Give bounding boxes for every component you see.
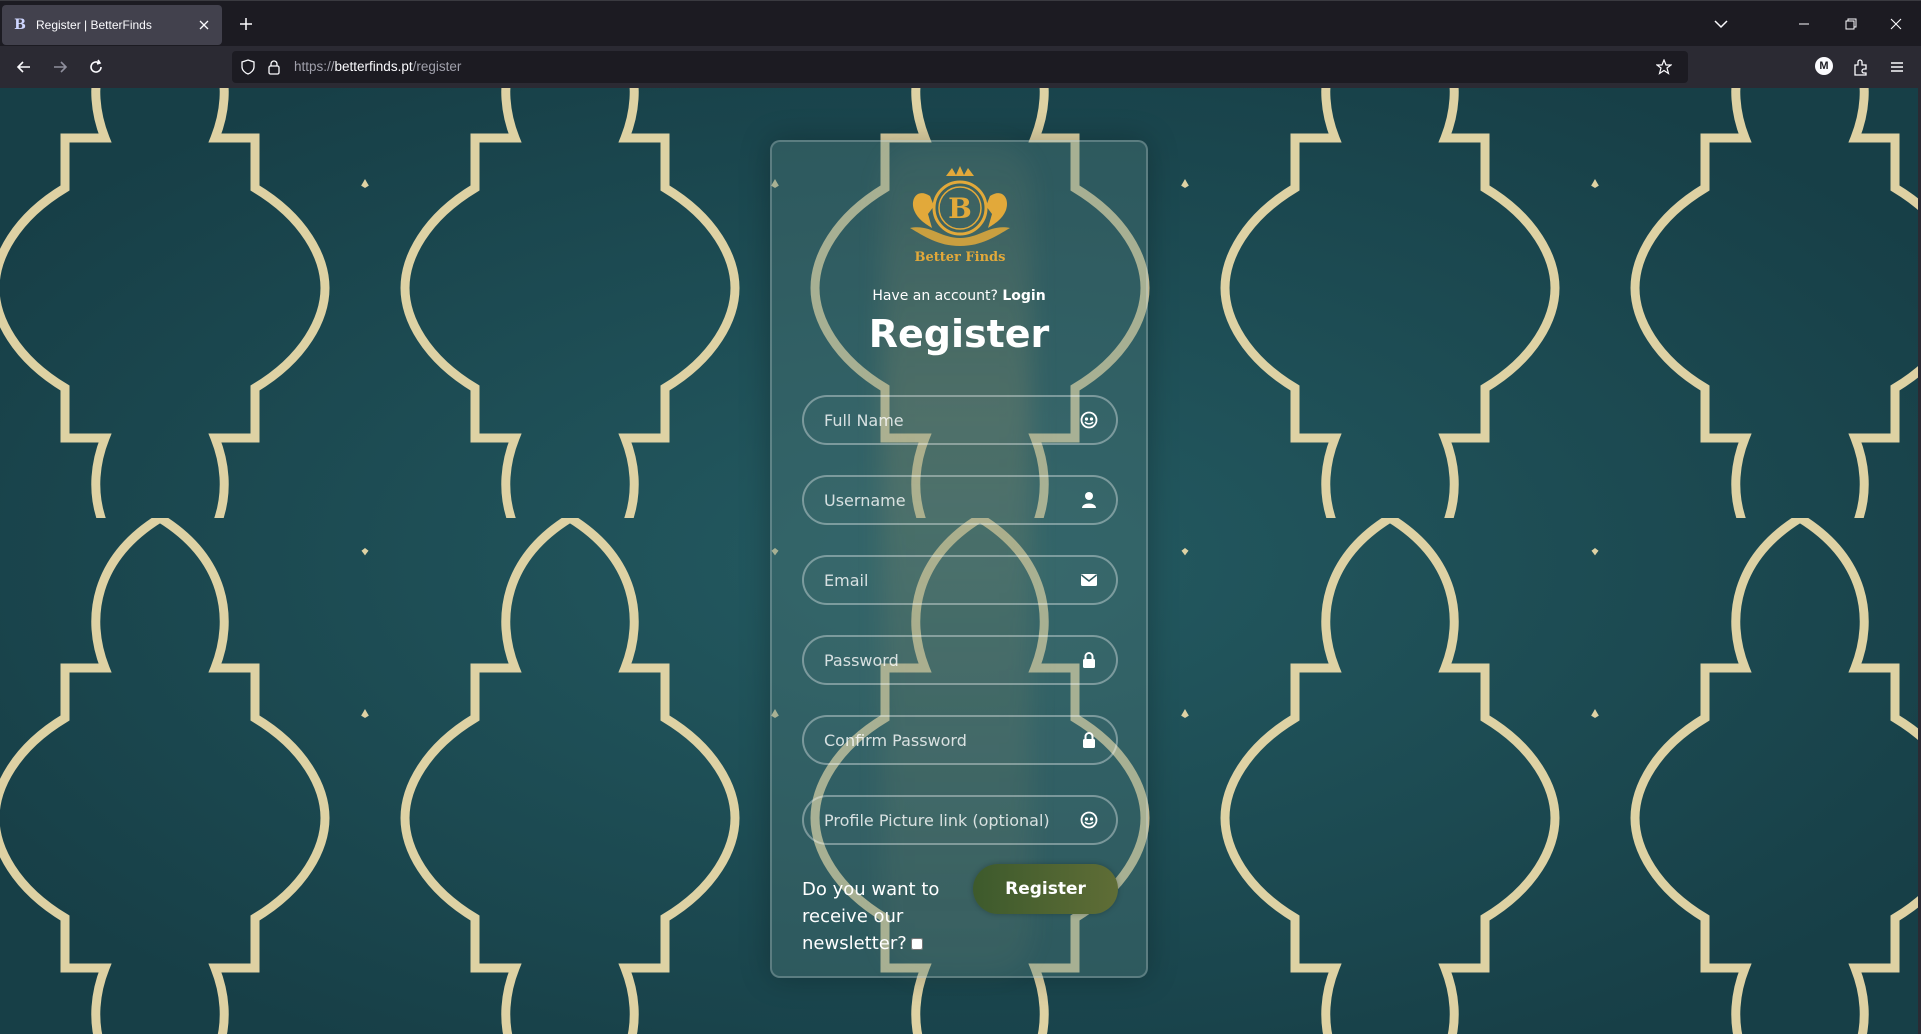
favicon-icon: B: [14, 17, 26, 33]
full-name-input[interactable]: [804, 397, 1064, 443]
url-scheme: https://: [294, 59, 335, 74]
nav-toolbar: https://betterfinds.pt/register M: [0, 46, 1921, 88]
face-icon: [1080, 811, 1098, 829]
confirm-password-input[interactable]: [804, 717, 1064, 763]
newsletter-option: Do you want to receive our newsletter?: [802, 876, 962, 957]
better-finds-logo: B Better Finds: [900, 166, 1020, 266]
password-input[interactable]: [804, 637, 1064, 683]
url-bar[interactable]: https://betterfinds.pt/register: [232, 51, 1688, 83]
tab-title: Register | BetterFinds: [36, 18, 152, 32]
newsletter-checkbox[interactable]: [910, 938, 923, 950]
password-field[interactable]: [802, 635, 1118, 685]
have-account-line: Have an account? Login: [772, 288, 1146, 304]
have-account-text: Have an account?: [872, 288, 998, 304]
email-field[interactable]: [802, 555, 1118, 605]
close-tab-icon[interactable]: [196, 17, 212, 33]
email-input[interactable]: [804, 557, 1064, 603]
lock-icon: [1080, 731, 1098, 749]
full-name-field[interactable]: [802, 395, 1118, 445]
extensions-icon[interactable]: [1851, 57, 1871, 77]
profile-picture-input[interactable]: [804, 797, 1064, 843]
logo-letter: B: [948, 192, 972, 225]
url-host: betterfinds.pt: [334, 59, 413, 74]
login-link[interactable]: Login: [1002, 288, 1045, 304]
forward-icon[interactable]: [50, 57, 70, 77]
shield-icon[interactable]: [240, 59, 256, 75]
new-tab-icon[interactable]: [236, 14, 256, 34]
browser-tab[interactable]: B Register | BetterFinds: [2, 5, 222, 45]
lock-icon[interactable]: [266, 59, 282, 75]
page-title: Register: [868, 312, 1050, 356]
register-button[interactable]: Register: [973, 864, 1118, 914]
minimize-icon[interactable]: [1795, 15, 1813, 33]
profile-picture-field[interactable]: [802, 795, 1118, 845]
back-icon[interactable]: [14, 57, 34, 77]
page-viewport: B Better Finds Have an account? Login Re…: [0, 88, 1921, 1034]
bookmark-star-icon[interactable]: [1655, 58, 1673, 75]
logo-text: Better Finds: [914, 250, 1006, 265]
reload-icon[interactable]: [86, 57, 106, 77]
username-input[interactable]: [804, 477, 1064, 523]
face-icon: [1080, 411, 1098, 429]
envelope-icon: [1080, 571, 1098, 589]
crest-icon: B: [910, 166, 1010, 246]
account-icon[interactable]: M: [1815, 57, 1835, 77]
restore-icon[interactable]: [1842, 15, 1860, 33]
register-card: B Better Finds Have an account? Login Re…: [770, 140, 1148, 978]
username-field[interactable]: [802, 475, 1118, 525]
list-tabs-icon[interactable]: [1712, 15, 1730, 33]
url-text[interactable]: https://betterfinds.pt/register: [294, 51, 461, 83]
menu-icon[interactable]: [1887, 57, 1907, 77]
close-window-icon[interactable]: [1887, 15, 1905, 33]
profile-initial: M: [1815, 57, 1833, 75]
url-path: /register: [412, 59, 462, 74]
tab-bar: B Register | BetterFinds: [0, 0, 1921, 47]
user-icon: [1080, 491, 1098, 509]
confirm-password-field[interactable]: [802, 715, 1118, 765]
lock-icon: [1080, 651, 1098, 669]
